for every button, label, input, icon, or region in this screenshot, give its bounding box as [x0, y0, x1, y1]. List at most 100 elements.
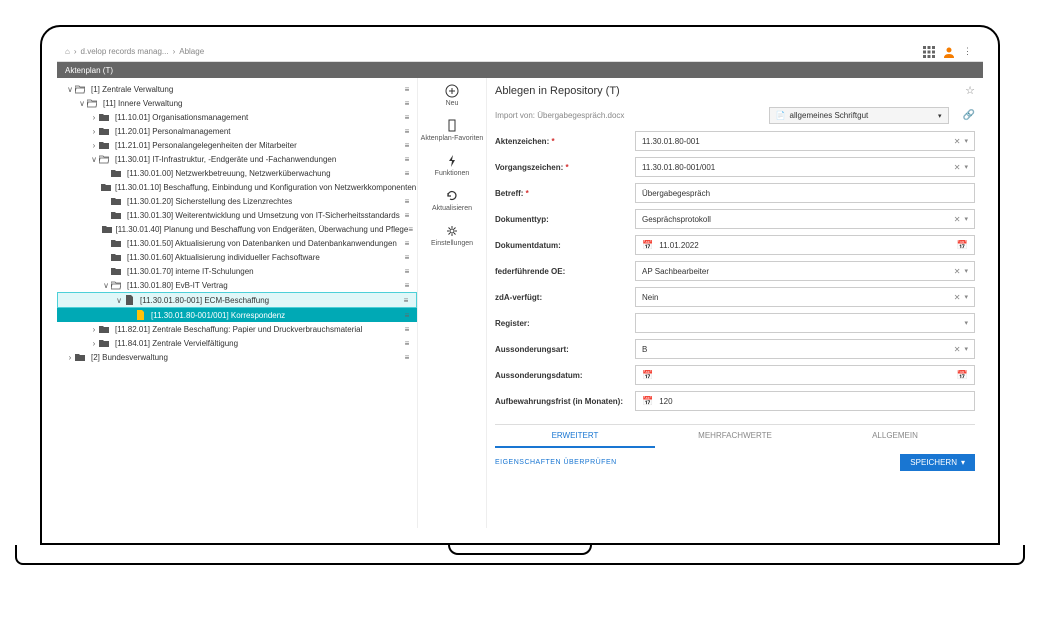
tab-allgemein[interactable]: ALLGEMEIN — [815, 425, 975, 448]
tree-menu-icon[interactable]: ≡ — [401, 155, 413, 164]
tree-menu-icon[interactable]: ≡ — [401, 339, 413, 348]
form-row-aussonderungsart: Aussonderungsart:B✕▾ — [495, 336, 975, 362]
tree-item[interactable]: ∨[11.30.01] IT-Infrastruktur, -Endgeräte… — [57, 152, 417, 166]
clear-icon[interactable]: ✕ — [954, 137, 961, 146]
action-bookmark[interactable]: Aktenplan-Favoriten — [421, 119, 484, 142]
tree-item[interactable]: ›[11.21.01] Personalangelegenheiten der … — [57, 138, 417, 152]
form-input-aktenzeichen[interactable]: 11.30.01.80-001✕▾ — [635, 131, 975, 151]
tree-chevron-icon[interactable]: › — [89, 339, 99, 348]
tree-item[interactable]: [11.30.01.40] Planung und Beschaffung vo… — [57, 222, 417, 236]
calendar-icon[interactable]: 📅 — [642, 396, 653, 407]
check-properties-link[interactable]: EIGENSCHAFTEN ÜBERPRÜFEN — [495, 459, 617, 466]
tree-item[interactable]: ∨[11] Innere Verwaltung≡ — [57, 96, 417, 110]
clear-icon[interactable]: ✕ — [954, 267, 961, 276]
save-button[interactable]: SPEICHERN ▾ — [900, 454, 975, 471]
tree-item[interactable]: ∨[1] Zentrale Verwaltung≡ — [57, 82, 417, 96]
tree-menu-icon[interactable]: ≡ — [401, 239, 413, 248]
tree-menu-icon[interactable]: ≡ — [401, 113, 413, 122]
action-gear[interactable]: Einstellungen — [431, 224, 473, 247]
tab-mehrfachwerte[interactable]: MEHRFACHWERTE — [655, 425, 815, 448]
tree-menu-icon[interactable]: ≡ — [401, 211, 413, 220]
chevron-down-icon[interactable]: ▾ — [964, 319, 968, 327]
tree-menu-icon[interactable]: ≡ — [401, 197, 413, 206]
tree-menu-icon[interactable]: ≡ — [401, 353, 413, 362]
chevron-down-icon[interactable]: ▾ — [964, 137, 968, 145]
form-input-zda[interactable]: Nein✕▾ — [635, 287, 975, 307]
tree-item[interactable]: [11.30.01.50] Aktualisierung von Datenba… — [57, 236, 417, 250]
form-input-betreff[interactable]: Übergabegespräch — [635, 183, 975, 203]
tree-menu-icon[interactable]: ≡ — [401, 85, 413, 94]
tree-menu-icon[interactable]: ≡ — [401, 127, 413, 136]
chevron-down-icon[interactable]: ▾ — [964, 163, 968, 171]
tree-chevron-icon[interactable]: ∨ — [77, 99, 87, 108]
tree-item[interactable]: ›[11.82.01] Zentrale Beschaffung: Papier… — [57, 322, 417, 336]
tree-menu-icon[interactable]: ≡ — [401, 281, 413, 290]
calendar-icon[interactable]: 📅 — [642, 370, 653, 381]
tree-menu-icon[interactable]: ≡ — [401, 99, 413, 108]
tree-item[interactable]: ›[2] Bundesverwaltung≡ — [57, 350, 417, 364]
tree-item[interactable]: [11.30.01.00] Netzwerkbetreuung, Netzwer… — [57, 166, 417, 180]
tree-chevron-icon[interactable]: ∨ — [101, 281, 111, 290]
tree-item[interactable]: [11.30.01.20] Sicherstellung des Lizenzr… — [57, 194, 417, 208]
tree-menu-icon[interactable]: ≡ — [401, 169, 413, 178]
tree-item[interactable]: ›[11.10.01] Organisationsmanagement≡ — [57, 110, 417, 124]
tree-item[interactable]: [11.30.01.10] Beschaffung, Einbindung un… — [57, 180, 417, 194]
form-input-vorgangszeichen[interactable]: 11.30.01.80-001/001✕▾ — [635, 157, 975, 177]
action-plus[interactable]: Neu — [445, 84, 459, 107]
tree-menu-icon[interactable]: ≡ — [401, 253, 413, 262]
form-input-dokumenttyp[interactable]: Gesprächsprotokoll✕▾ — [635, 209, 975, 229]
tree-chevron-icon[interactable]: ∨ — [114, 296, 124, 305]
user-icon[interactable] — [943, 46, 955, 58]
tree-chevron-icon[interactable]: › — [89, 141, 99, 150]
tree-menu-icon[interactable]: ≡ — [400, 296, 412, 305]
chevron-down-icon[interactable]: ▾ — [964, 267, 968, 275]
tree-chevron-icon[interactable]: › — [89, 127, 99, 136]
form-input-aussonderungsdatum[interactable]: 📅📅 — [635, 365, 975, 385]
link-icon[interactable]: 🔗 — [963, 110, 975, 121]
tree-item[interactable]: ∨[11.30.01.80] EvB-IT Vertrag≡ — [57, 278, 417, 292]
tree-item[interactable]: ∨[11.30.01.80-001] ECM-Beschaffung≡ — [57, 292, 417, 308]
form-input-aufbewahrungsfrist[interactable]: 📅120 — [635, 391, 975, 411]
tree-chevron-icon[interactable]: ∨ — [89, 155, 99, 164]
calendar-icon[interactable]: 📅 — [957, 370, 968, 381]
grid-view-icon[interactable] — [923, 46, 935, 58]
tree-item[interactable]: [11.30.01.60] Aktualisierung individuell… — [57, 250, 417, 264]
breadcrumb-item[interactable]: Ablage — [179, 47, 204, 56]
tree-chevron-icon[interactable]: › — [89, 113, 99, 122]
clear-icon[interactable]: ✕ — [954, 215, 961, 224]
chevron-down-icon[interactable]: ▾ — [964, 345, 968, 353]
favorite-icon[interactable]: ☆ — [965, 84, 975, 97]
calendar-icon[interactable]: 📅 — [957, 240, 968, 251]
import-type-select[interactable]: 📄 allgemeines Schriftgut ▾ — [769, 107, 949, 124]
tree-item[interactable]: ›[11.20.01] Personalmanagement≡ — [57, 124, 417, 138]
tree-menu-icon[interactable]: ≡ — [401, 325, 413, 334]
clear-icon[interactable]: ✕ — [954, 163, 961, 172]
form-input-register[interactable]: ▾ — [635, 313, 975, 333]
tree-chevron-icon[interactable]: ∨ — [65, 85, 75, 94]
form-input-aussonderungsart[interactable]: B✕▾ — [635, 339, 975, 359]
tree-menu-icon[interactable]: ≡ — [401, 311, 413, 320]
clear-icon[interactable]: ✕ — [954, 293, 961, 302]
tree-menu-icon[interactable]: ≡ — [401, 141, 413, 150]
tree-item[interactable]: ›[11.84.01] Zentrale Vervielfältigung≡ — [57, 336, 417, 350]
form-label: federführende OE: — [495, 267, 635, 276]
tree-item[interactable]: [11.30.01.70] interne IT-Schulungen≡ — [57, 264, 417, 278]
tree-item[interactable]: [11.30.01.30] Weiterentwicklung und Umse… — [57, 208, 417, 222]
chevron-down-icon[interactable]: ▾ — [964, 293, 968, 301]
action-bolt[interactable]: Funktionen — [435, 154, 470, 177]
chevron-down-icon[interactable]: ▾ — [964, 215, 968, 223]
action-refresh[interactable]: Aktualisieren — [432, 189, 472, 212]
home-icon[interactable]: ⌂ — [65, 47, 70, 56]
menu-icon[interactable]: ⋮ — [963, 46, 975, 58]
breadcrumb-item[interactable]: d.velop records manag... — [81, 47, 169, 56]
form-input-dokumentdatum[interactable]: 📅11.01.2022📅 — [635, 235, 975, 255]
tree-menu-icon[interactable]: ≡ — [408, 225, 413, 234]
tree-item[interactable]: [11.30.01.80-001/001] Korrespondenz≡ — [57, 308, 417, 322]
clear-icon[interactable]: ✕ — [954, 345, 961, 354]
tree-chevron-icon[interactable]: › — [65, 353, 75, 362]
form-input-federfuehrende[interactable]: AP Sachbearbeiter✕▾ — [635, 261, 975, 281]
tab-erweitert[interactable]: ERWEITERT — [495, 425, 655, 448]
tree-menu-icon[interactable]: ≡ — [401, 267, 413, 276]
tree-chevron-icon[interactable]: › — [89, 325, 99, 334]
calendar-icon[interactable]: 📅 — [642, 240, 653, 251]
